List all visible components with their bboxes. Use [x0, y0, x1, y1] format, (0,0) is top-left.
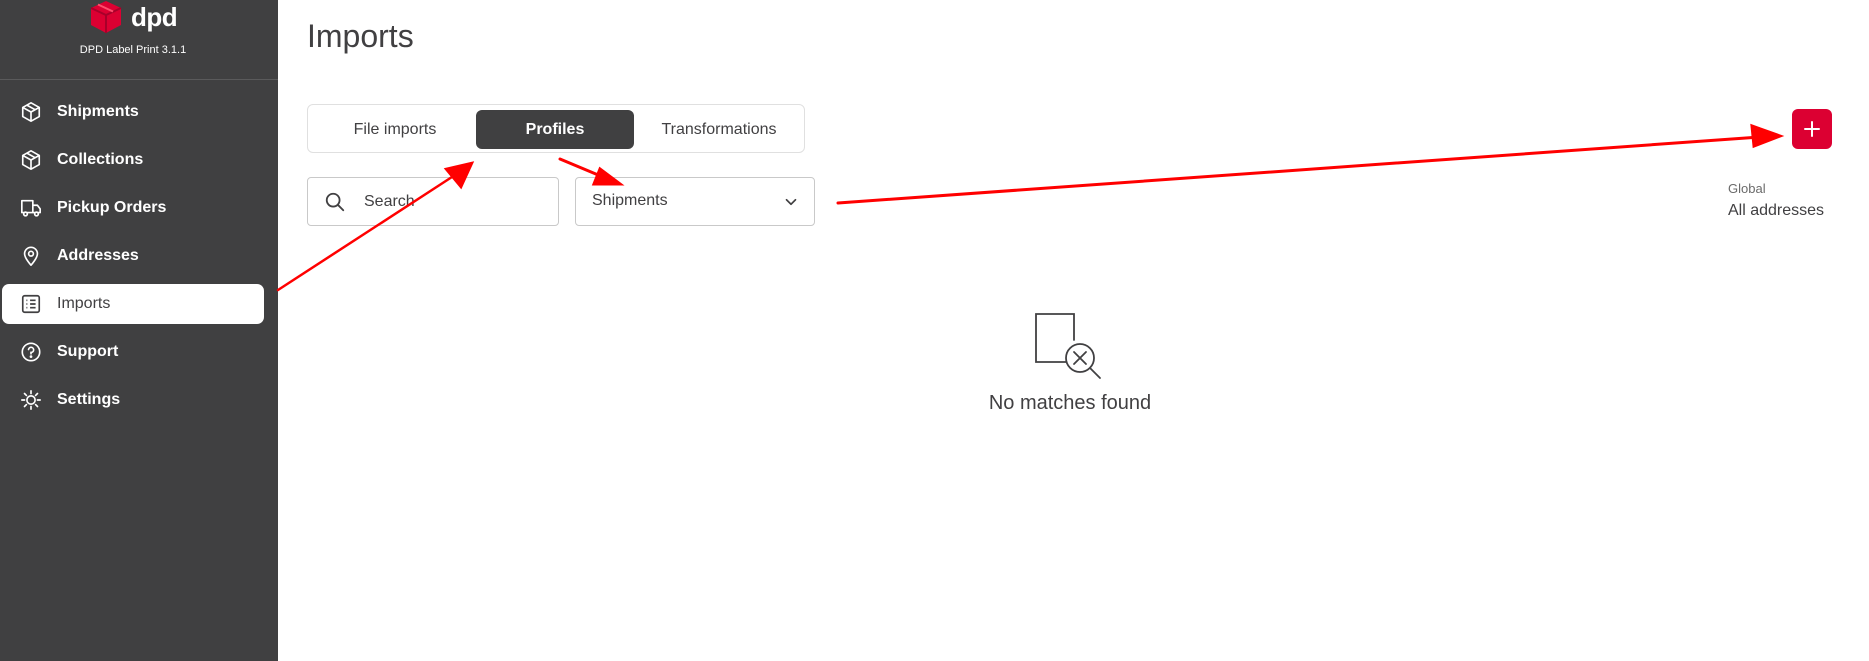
import-type-value: Shipments: [592, 192, 668, 209]
tab-profiles[interactable]: Profiles: [476, 110, 634, 149]
empty-state: No matches found: [930, 312, 1210, 415]
search-input[interactable]: [364, 190, 544, 214]
sidebar-item-shipments[interactable]: Shipments: [2, 92, 264, 132]
sidebar-item-collections[interactable]: Collections: [2, 140, 264, 180]
sidebar-item-pickup-orders[interactable]: Pickup Orders: [2, 188, 264, 228]
sidebar-item-label: Addresses: [57, 247, 139, 264]
package-icon: [21, 150, 41, 170]
plus-icon: [1804, 121, 1820, 137]
search-icon: [325, 192, 345, 212]
no-results-icon: [1035, 313, 1101, 379]
sidebar-nav: Shipments Collections Pickup Orders Addr…: [0, 92, 278, 428]
sidebar-item-settings[interactable]: Settings: [2, 380, 264, 420]
brand-header: dpd DPD Label Print 3.1.1: [0, 0, 278, 80]
scope-value: All addresses: [1728, 202, 1825, 219]
chevron-down-icon: [785, 198, 797, 206]
sidebar-item-imports[interactable]: Imports: [2, 284, 264, 324]
empty-state-message: No matches found: [988, 392, 1152, 414]
map-pin-icon: [23, 246, 39, 266]
gear-icon: [21, 390, 41, 410]
sidebar-item-support[interactable]: Support: [2, 332, 264, 372]
app-version: DPD Label Print 3.1.1: [79, 44, 187, 56]
sidebar-item-label: Shipments: [57, 103, 139, 120]
sidebar-item-label: Imports: [57, 295, 111, 312]
sidebar-item-label: Support: [57, 343, 119, 360]
import-tabs: File imports Profiles Transformations: [307, 104, 805, 153]
import-type-select[interactable]: Shipments: [575, 177, 815, 226]
list-icon: [21, 294, 41, 314]
address-scope: Global All addresses: [1728, 181, 1824, 220]
search-box: [307, 177, 559, 226]
sidebar: dpd DPD Label Print 3.1.1 Shipments Coll…: [0, 0, 278, 661]
dpd-logo-icon: [90, 1, 122, 33]
truck-icon: [21, 199, 41, 217]
sidebar-item-label: Settings: [57, 391, 121, 408]
sidebar-item-addresses[interactable]: Addresses: [2, 236, 264, 276]
page-title: Imports: [307, 18, 414, 54]
sidebar-item-label: Pickup Orders: [57, 199, 167, 216]
package-icon: [21, 102, 41, 122]
add-profile-button[interactable]: [1792, 109, 1832, 149]
annotation-arrow: [836, 123, 1785, 205]
tab-file-imports[interactable]: File imports: [314, 110, 476, 149]
help-circle-icon: [21, 342, 41, 362]
scope-label: Global: [1728, 181, 1766, 196]
tab-transformations[interactable]: Transformations: [637, 110, 801, 149]
brand-name: dpd: [131, 2, 178, 32]
sidebar-item-label: Collections: [57, 151, 144, 168]
